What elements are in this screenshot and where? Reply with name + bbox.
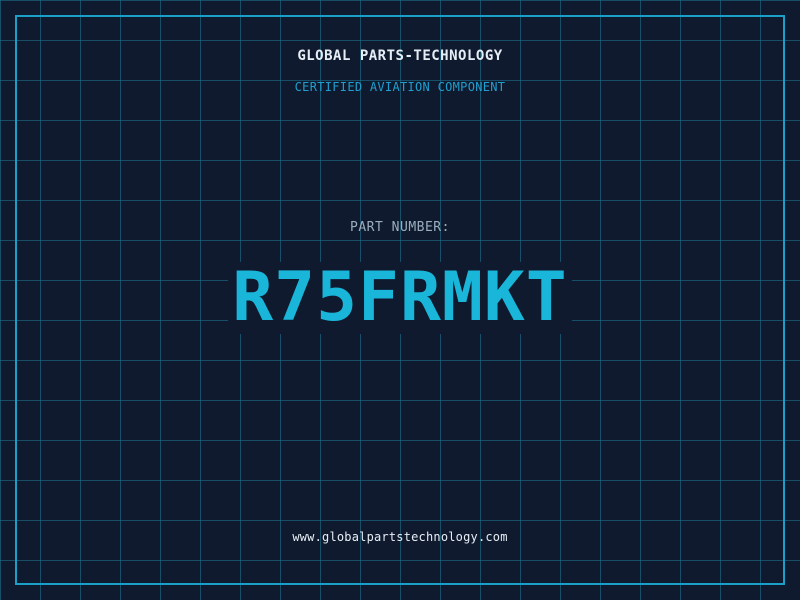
part-number-label: PART NUMBER: xyxy=(350,220,450,235)
part-number-container: R75FRMKT xyxy=(0,262,800,334)
company-name: GLOBAL PARTS-TECHNOLOGY xyxy=(297,48,503,64)
certification-subtitle: CERTIFIED AVIATION COMPONENT xyxy=(294,80,506,94)
website-url: www.globalpartstechnology.com xyxy=(292,530,508,544)
part-card: GLOBAL PARTS-TECHNOLOGY CERTIFIED AVIATI… xyxy=(0,0,800,600)
part-number-value: R75FRMKT xyxy=(228,262,572,334)
